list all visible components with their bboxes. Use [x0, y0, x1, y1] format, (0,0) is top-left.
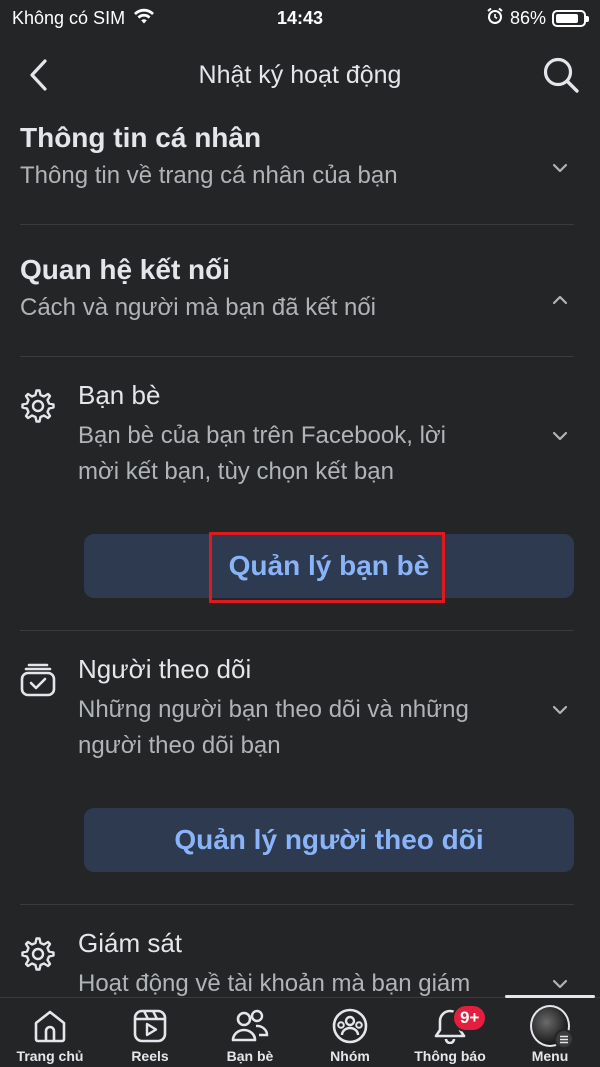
tab-label: Bạn bè [226, 1048, 274, 1064]
battery-icon [552, 9, 589, 27]
back-button[interactable] [22, 56, 56, 94]
item-description-line1: Những người bạn theo dõi và những [78, 696, 469, 723]
manage-followers-button[interactable]: Quản lý người theo dõi [84, 808, 574, 872]
status-left: Không có SIM [12, 7, 155, 30]
item-description-line1: Hoạt động về tài khoản mà bạn giám [78, 970, 471, 997]
activity-log-list: Thông tin cá nhân Thông tin về trang cá … [0, 112, 600, 997]
item-friends[interactable]: Bạn bè Bạn bè của bạn trên Facebook, lời… [0, 376, 600, 506]
header-bar: Nhật ký hoạt động [0, 40, 600, 110]
tab-groups[interactable]: Nhóm [300, 998, 400, 1067]
divider [20, 904, 574, 905]
avatar [530, 1005, 574, 1049]
tab-label: Nhóm [330, 1048, 370, 1064]
highlight-box [209, 532, 445, 603]
tab-label: Trang chủ [16, 1048, 84, 1064]
tab-label: Menu [531, 1048, 569, 1064]
tab-notifications[interactable]: 9+ Thông báo [400, 998, 500, 1067]
chevron-left-icon [30, 59, 47, 91]
gear-icon [18, 934, 58, 974]
status-right: 86% [486, 7, 589, 30]
chevron-up-icon[interactable] [550, 290, 570, 310]
battery-percent: 86% [509, 7, 546, 28]
gear-icon [18, 386, 58, 426]
section-personal-info[interactable]: Thông tin cá nhân Thông tin về trang cá … [20, 122, 580, 190]
section-subtitle: Thông tin về trang cá nhân của bạn [20, 162, 398, 189]
home-icon [30, 1006, 70, 1046]
section-connections[interactable]: Quan hệ kết nối Cách và người mà bạn đã … [20, 254, 580, 322]
chevron-down-icon[interactable] [550, 700, 570, 720]
battery-fill [556, 13, 579, 23]
item-description-line1: Bạn bè của bạn trên Facebook, lời [78, 422, 446, 449]
item-title: Bạn bè [78, 380, 161, 410]
divider [20, 356, 574, 357]
search-button[interactable] [540, 54, 582, 96]
chevron-down-icon[interactable] [550, 974, 570, 994]
item-followers[interactable]: Người theo dõi Những người bạn theo dõi … [0, 650, 600, 780]
menu-tab-icon [530, 1005, 574, 1049]
groups-icon [330, 1006, 370, 1046]
item-title: Người theo dõi [78, 654, 252, 684]
item-description-line2: người theo dõi bạn [78, 732, 281, 759]
alarm-icon [486, 7, 504, 30]
section-title: Thông tin cá nhân [20, 122, 262, 153]
section-subtitle: Cách và người mà bạn đã kết nối [20, 294, 377, 321]
hamburger-menu-icon [554, 1029, 574, 1049]
friends-icon [230, 1006, 270, 1046]
search-icon [543, 57, 579, 93]
wifi-icon [133, 7, 155, 30]
tab-friends[interactable]: Bạn bè [200, 998, 300, 1067]
item-supervision[interactable]: Giám sát Hoạt động về tài khoản mà bạn g… [0, 924, 600, 997]
bottom-tab-bar: Trang chủ Reels Bạn bè Nhóm 9+ Thông báo [0, 995, 600, 1067]
notification-badge: 9+ [452, 1004, 488, 1032]
followers-icon [18, 660, 58, 700]
page-title: Nhật ký hoạt động [198, 60, 402, 89]
chevron-down-icon[interactable] [550, 426, 570, 446]
section-title: Quan hệ kết nối [20, 254, 231, 285]
tab-menu[interactable]: Menu [500, 998, 600, 1067]
carrier-label: Không có SIM [12, 7, 126, 28]
tab-reels[interactable]: Reels [100, 998, 200, 1067]
item-title: Giám sát [78, 928, 183, 958]
item-description-line2: mời kết bạn, tùy chọn kết bạn [78, 458, 394, 485]
reels-icon [130, 1006, 170, 1046]
tab-home[interactable]: Trang chủ [0, 998, 100, 1067]
divider [20, 630, 574, 631]
divider [20, 224, 574, 225]
tab-label: Thông báo [414, 1048, 486, 1064]
chevron-down-icon[interactable] [550, 158, 570, 178]
status-bar: Không có SIM 14:43 86% [0, 0, 600, 36]
tab-label: Reels [131, 1048, 169, 1064]
